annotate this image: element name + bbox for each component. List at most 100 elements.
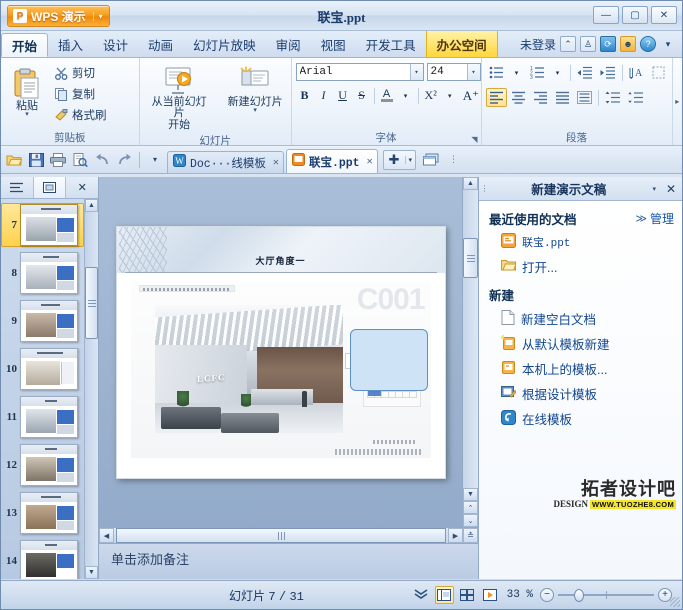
chevron-down-icon[interactable]: ▾ [466,64,480,80]
online-templates-item[interactable]: 在线模板 [479,406,682,431]
decrease-indent-button[interactable] [574,63,596,82]
copy-button[interactable]: 复制 [51,84,110,104]
tab-start[interactable]: 开始 [1,33,49,57]
customize-qa-icon[interactable]: ▾ [145,150,165,170]
design-templates-item[interactable]: 根据设计模板 [479,381,682,406]
scroll-track[interactable] [85,212,98,566]
justify-button[interactable] [552,88,573,107]
wps-cloud-icon[interactable]: ⟳ [600,36,616,52]
slide-thumbnail-12[interactable]: 12 [1,443,84,487]
document-tab-writer[interactable]: W Doc···线模板 ✕ [167,151,284,173]
close-icon[interactable]: ✕ [270,157,279,169]
new-slide-dropdown-arrow[interactable]: ▾ [253,107,257,114]
tab-office-space[interactable]: 办公空间 [425,31,498,57]
ribbon-more-button[interactable]: ▸ [671,58,682,145]
chevron-down-icon[interactable]: ▾ [409,64,423,80]
font-name-combo[interactable]: Arial ▾ [295,63,424,81]
new-blank-document-item[interactable]: 新建空白文档 [479,306,682,331]
outline-view-tab[interactable] [1,177,34,198]
format-painter-button[interactable]: 格式刷 [51,105,110,125]
slide-panel-scrollbar[interactable]: ▲ ▼ [84,199,98,579]
paste-button[interactable]: 粘贴 ▾ [5,65,49,121]
new-from-default-template-item[interactable]: 从默认模板新建 [479,331,682,356]
open-icon[interactable] [4,150,24,170]
tab-animation[interactable]: 动画 [138,31,183,57]
numbering-button[interactable]: 123 [527,63,548,82]
slide-sorter-view-button[interactable] [458,586,477,604]
current-slide[interactable]: 大厅角度一 C001 LCFC [115,225,446,479]
zoom-slider[interactable] [558,588,654,602]
strikethrough-button[interactable]: S [353,86,371,105]
cut-button[interactable]: 剪切 [51,63,110,83]
start-from-current-slide-button[interactable]: 从当前幻灯片 开始 [144,63,214,134]
recent-item-open[interactable]: 打开... [479,254,682,279]
slideshow-view-button[interactable] [481,586,500,604]
slide-thumbnail-13[interactable]: 13 [1,491,84,535]
scroll-splitter-button[interactable]: ≛ [463,528,478,543]
scroll-down-button[interactable]: ▼ [85,566,98,579]
tab-view[interactable]: 视图 [311,31,356,57]
slide-thumbnail-10[interactable]: 10 [1,347,84,391]
superscript-button[interactable]: X² [422,86,440,105]
text-direction-button[interactable]: A [626,63,648,82]
close-slide-panel-button[interactable]: ✕ [66,177,98,198]
font-dialog-launcher[interactable]: ◥ [471,135,477,144]
print-preview-icon[interactable] [70,150,90,170]
bullets-button[interactable] [486,63,507,82]
grow-font-button[interactable]: A⁺ [460,86,482,105]
distribute-button[interactable] [574,88,595,107]
slide-content-image[interactable]: C001 LCFC [130,280,431,458]
redo-icon[interactable] [114,150,134,170]
scroll-track[interactable] [114,528,448,543]
previous-slide-button[interactable]: ⌃ [463,501,478,514]
account-status-label[interactable]: 未登录 [520,36,556,53]
save-icon[interactable] [26,150,46,170]
scroll-thumb[interactable] [463,238,478,278]
tshirt-skin-icon[interactable]: ♙ [580,36,596,52]
zoom-out-button[interactable]: − [540,588,554,602]
more-icon[interactable]: ▾ [660,36,676,52]
drag-grip-icon[interactable]: ⋮ [479,184,489,193]
slide-thumbnail-8[interactable]: 8 [1,251,84,295]
increase-indent-button[interactable] [597,63,619,82]
tab-developer[interactable]: 开发工具 [356,31,426,57]
text-color-dropdown[interactable]: ▾ [397,86,415,105]
scroll-right-button[interactable]: ▶ [448,528,463,543]
recent-item-lianbao-ppt[interactable]: 联宝.ppt [479,230,682,254]
align-center-button[interactable] [508,88,529,107]
slide-canvas[interactable]: 大厅角度一 C001 LCFC [99,177,462,527]
undo-icon[interactable] [92,150,112,170]
chevron-down-icon[interactable]: ▾ [404,155,416,164]
scroll-thumb[interactable] [85,267,98,339]
paste-dropdown-arrow[interactable]: ▾ [25,111,29,118]
slide-thumbnail-14[interactable]: 14 [1,539,84,579]
text-color-button[interactable]: A [378,86,396,105]
slide-thumbnail-11[interactable]: 11 [1,395,84,439]
description-callout[interactable] [349,328,428,391]
zoom-slider-knob[interactable] [574,588,584,602]
local-templates-item[interactable]: 本机上的模板... [479,356,682,381]
font-size-combo[interactable]: 24 ▾ [426,63,481,81]
tabbar-options-icon[interactable]: ⋮ [443,150,463,170]
canvas-horizontal-scrollbar[interactable]: ◀ ▶ ≛ [99,527,478,543]
collapse-ribbon-icon[interactable]: ⌃ [560,36,576,52]
window-list-icon[interactable] [421,150,441,170]
avatar-icon[interactable]: ☻ [620,36,636,52]
tab-review[interactable]: 审阅 [266,31,311,57]
text-align-vertical-button[interactable] [649,63,668,82]
close-button[interactable]: ✕ [651,6,677,24]
align-right-button[interactable] [530,88,551,107]
superscript-dropdown[interactable]: ▾ [441,86,459,105]
slide-title[interactable]: 大厅角度一 [117,254,445,267]
numbering-dropdown[interactable]: ▾ [549,63,567,82]
new-slide-button[interactable]: 新建幻灯片 ▾ [224,63,286,117]
collapse-status-icon[interactable] [411,588,431,603]
tab-design[interactable]: 设计 [93,31,138,57]
document-tab-presentation[interactable]: 联宝.ppt ✕ [285,149,378,173]
new-tab-button[interactable]: ✚ ▾ [382,149,417,170]
close-task-pane-button[interactable]: ✕ [660,182,682,196]
zoom-level-label[interactable]: 33 % [504,589,536,601]
close-icon[interactable]: ✕ [364,156,373,168]
minimize-button[interactable]: — [593,6,619,24]
scroll-up-button[interactable]: ▲ [463,177,478,190]
